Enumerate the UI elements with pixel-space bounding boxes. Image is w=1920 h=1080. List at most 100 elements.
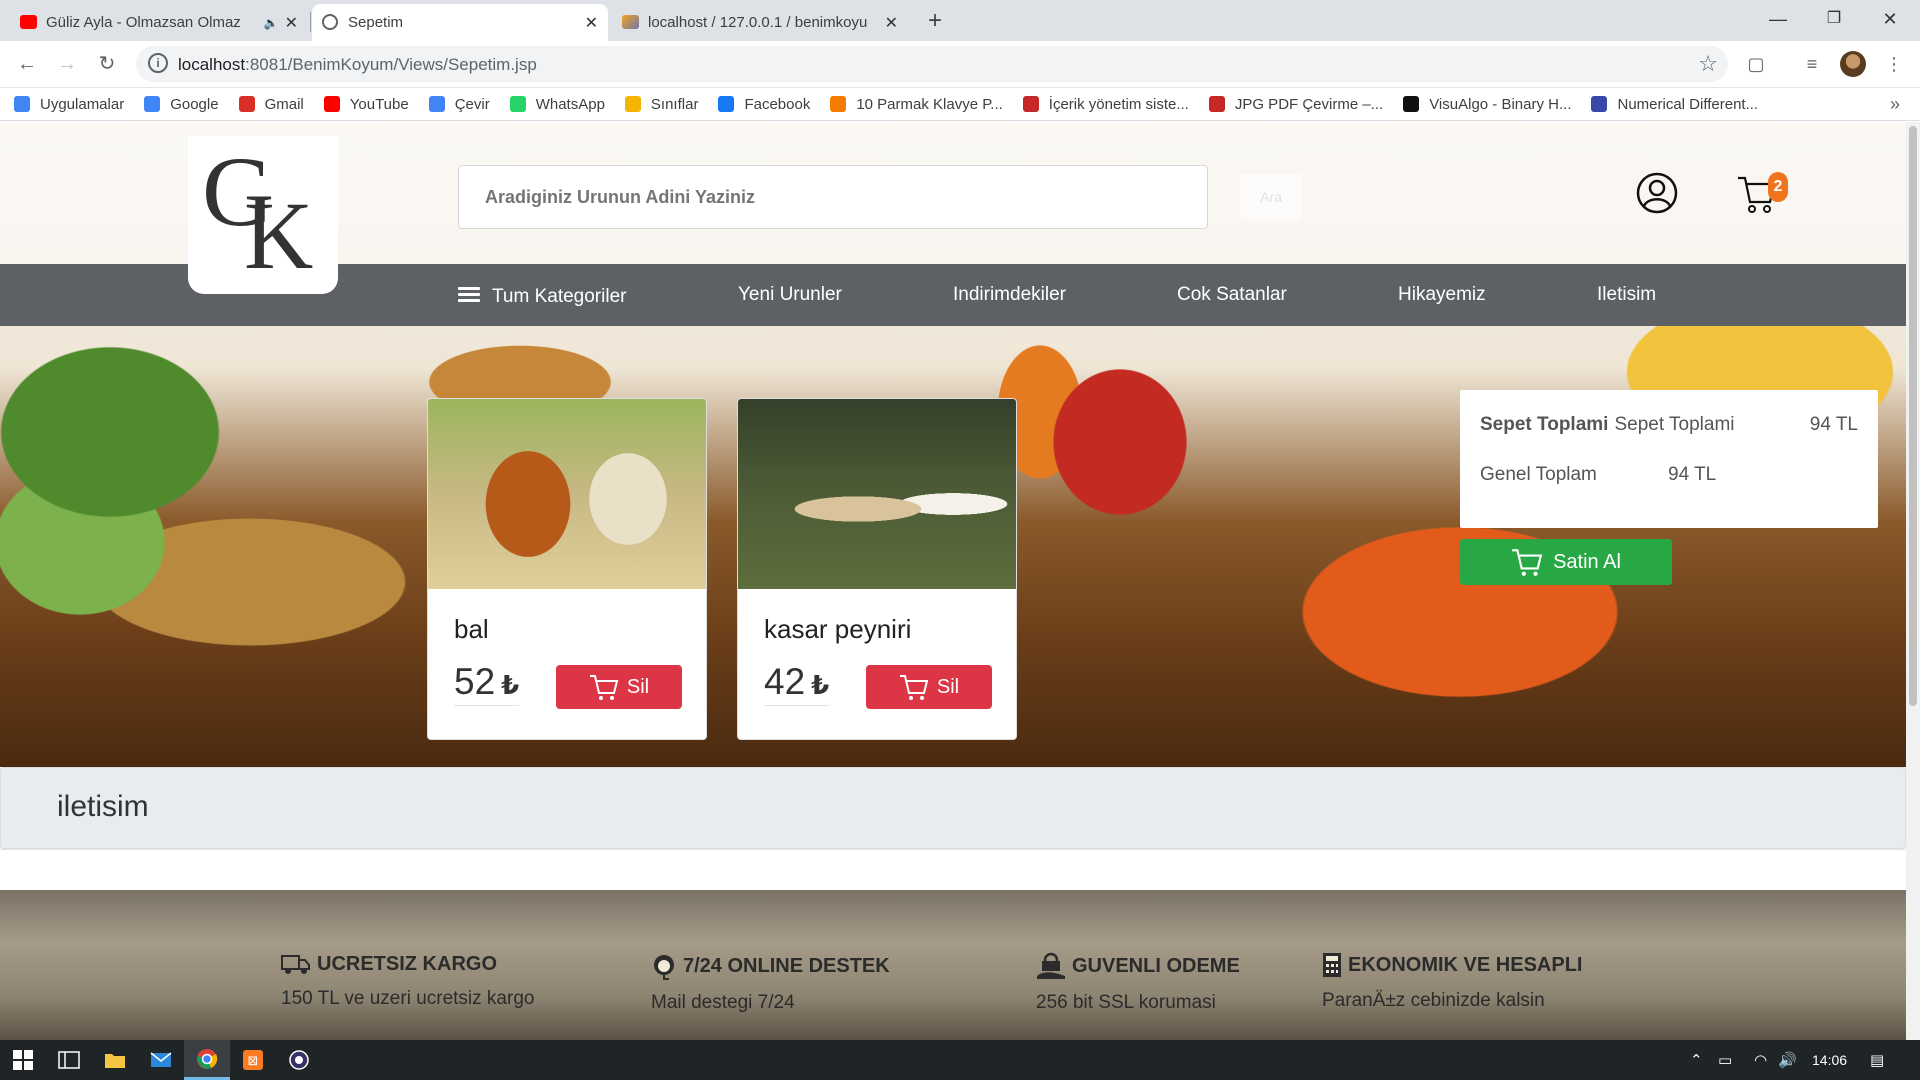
browser-toolbar: ← → ↻ i localhost:8081/BenimKoyum/Views/… (0, 41, 1920, 88)
tab-separator (310, 12, 311, 32)
feature-desc: Mail destegi 7/24 (651, 992, 795, 1013)
bookmark-item[interactable]: VisuAlgo - Binary H... (1403, 96, 1571, 113)
search-button[interactable]: Ara (1240, 174, 1302, 220)
buy-label: Satin Al (1553, 550, 1621, 573)
buy-button[interactable]: Satin Al (1460, 539, 1672, 585)
tab-phpmyadmin[interactable]: localhost / 127.0.0.1 / benimkoyu ✕ (612, 4, 908, 41)
truck-icon (281, 955, 310, 974)
bookmark-item[interactable]: Numerical Different... (1591, 96, 1758, 113)
cart-item-card: bal 52 ₺ Sil (427, 398, 707, 740)
tab-youtube[interactable]: Güliz Ayla - Olmazsan Olmaz 🔈 ✕ (10, 4, 308, 41)
tab-label: Güliz Ayla - Olmazsan Olmaz (46, 14, 241, 31)
profile-avatar[interactable] (1840, 51, 1866, 77)
gmail-icon (238, 96, 255, 112)
headset-icon (654, 955, 674, 980)
nav-new-products[interactable]: Yeni Urunler (738, 284, 842, 306)
bookmark-item[interactable]: İçerik yönetim siste... (1022, 95, 1189, 113)
bookmark-item[interactable]: 10 Parmak Klavye P... (830, 96, 1003, 113)
media-control-icon[interactable]: ≡ (1800, 52, 1824, 76)
bookmark-label: Çevir (454, 95, 490, 113)
page-scrollbar[interactable] (1906, 122, 1920, 1040)
globe-icon (322, 14, 338, 30)
tray-chevron-icon[interactable]: ⌃ (1690, 1051, 1703, 1069)
cart-item-card: kasar peyniri 42 ₺ Sil (737, 398, 1017, 740)
minimize-icon[interactable]: — (1750, 0, 1806, 41)
close-tab-icon[interactable]: ✕ (885, 13, 898, 33)
extension-icon[interactable]: ▢ (1744, 52, 1768, 76)
chrome-menu-icon[interactable]: ⋮ (1882, 52, 1906, 76)
product-price: 52 ₺ (454, 661, 520, 706)
chrome-taskbar-icon[interactable] (184, 1040, 230, 1080)
browser-tab-strip: Güliz Ayla - Olmazsan Olmaz 🔈 ✕ Sepetim … (0, 0, 1920, 41)
user-account-icon[interactable] (1636, 172, 1678, 214)
atom-icon (1591, 96, 1608, 112)
site-logo[interactable]: G K (188, 136, 338, 294)
reload-icon[interactable]: ↻ (92, 49, 122, 79)
address-bar[interactable]: i localhost:8081/BenimKoyum/Views/Sepeti… (136, 46, 1728, 82)
nav-contact[interactable]: Iletisim (1597, 284, 1656, 306)
bookmark-label: VisuAlgo - Binary H... (1429, 95, 1572, 113)
bookmark-item[interactable]: Gmail (238, 96, 304, 113)
nav-discounts[interactable]: Indirimdekiler (953, 284, 1066, 306)
bookmark-item[interactable]: Facebook (718, 96, 810, 113)
volume-icon[interactable]: 🔊 (1778, 1051, 1797, 1069)
notifications-icon[interactable]: ▤ (1870, 1051, 1884, 1069)
youtube-icon (20, 15, 37, 29)
clock-time[interactable]: 14:06 (1812, 1052, 1847, 1068)
translate-icon (428, 96, 445, 112)
new-tab-button[interactable]: + (920, 6, 950, 36)
close-tab-icon[interactable]: ✕ (285, 13, 298, 33)
windows-start-icon[interactable] (0, 1040, 46, 1080)
tab-sepetim[interactable]: Sepetim ✕ (312, 4, 608, 41)
speaker-muted-icon[interactable]: 🔈 (264, 16, 279, 30)
product-name: kasar peyniri (764, 614, 912, 644)
battery-icon[interactable]: ▭ (1718, 1051, 1732, 1069)
bookmark-item[interactable]: Sınıflar (624, 96, 698, 113)
xampp-icon[interactable]: ⊠ (230, 1040, 276, 1080)
more-bookmarks-icon[interactable]: » (1890, 94, 1900, 115)
web-page: G K Aradiginiz Urunun Adini Yaziniz Ara … (0, 122, 1906, 1040)
bookmark-item[interactable]: JPG PDF Çevirme –... (1208, 96, 1383, 113)
bookmark-item[interactable]: Çevir (428, 95, 490, 113)
feature-desc: ParanÄ±z cebinizde kalsin (1322, 990, 1545, 1011)
feature-free-shipping: UCRETSIZ KARGO 150 TL ve uzeri ucretsiz … (281, 952, 534, 1010)
eclipse-icon[interactable] (276, 1040, 322, 1080)
logo-letter-k: K (244, 182, 314, 289)
close-window-icon[interactable]: ✕ (1862, 0, 1918, 41)
bookmark-star-icon[interactable]: ☆ (1698, 51, 1718, 77)
bookmark-label: İçerik yönetim siste... (1048, 95, 1189, 113)
site-info-icon[interactable]: i (148, 53, 168, 73)
back-icon[interactable]: ← (12, 49, 42, 79)
nav-all-categories[interactable]: Tum Kategoriler (458, 284, 626, 308)
delete-label: Sil (626, 675, 650, 698)
bookmark-label: Facebook (744, 95, 811, 113)
close-tab-icon[interactable]: ✕ (585, 13, 598, 33)
forward-icon[interactable]: → (52, 49, 82, 79)
search-input[interactable]: Aradiginiz Urunun Adini Yaziniz (458, 165, 1208, 229)
bookmark-item[interactable]: YouTube (323, 96, 409, 113)
delete-item-button[interactable]: Sil (556, 665, 682, 709)
visualgo-icon (1403, 96, 1420, 112)
url-text[interactable]: localhost:8081/BenimKoyum/Views/Sepetim.… (178, 55, 537, 75)
task-view-icon[interactable] (46, 1040, 92, 1080)
contact-title: iletisim (57, 790, 149, 823)
cms-icon (1022, 96, 1039, 112)
bookmark-label: Uygulamalar (40, 95, 125, 113)
subtotal-row: Sepet Toplami Sepet Toplami (1480, 414, 1735, 436)
restore-icon[interactable]: ❐ (1806, 0, 1862, 41)
nav-our-story[interactable]: Hikayemiz (1398, 284, 1486, 306)
bookmark-item[interactable]: WhatsApp (509, 96, 605, 113)
delete-item-button[interactable]: Sil (866, 665, 992, 709)
calculator-icon (1323, 953, 1341, 977)
cart-count-badge: 2 (1768, 172, 1788, 202)
bookmark-item[interactable]: Uygulamalar (14, 96, 124, 113)
scrollbar-thumb[interactable] (1909, 126, 1917, 706)
wifi-icon[interactable]: ◠ (1754, 1051, 1767, 1069)
cart-summary: Sepet Toplami Sepet Toplami 94 TL Genel T… (1460, 390, 1878, 528)
bookmark-item[interactable]: Google (144, 96, 219, 113)
mail-icon[interactable] (138, 1040, 184, 1080)
nav-best-sellers[interactable]: Cok Satanlar (1177, 284, 1287, 306)
lira-sign: ₺ (811, 670, 830, 700)
file-explorer-icon[interactable] (92, 1040, 138, 1080)
feature-online-support: 7/24 ONLINE DESTEK Mail destegi 7/24 (651, 952, 890, 1014)
